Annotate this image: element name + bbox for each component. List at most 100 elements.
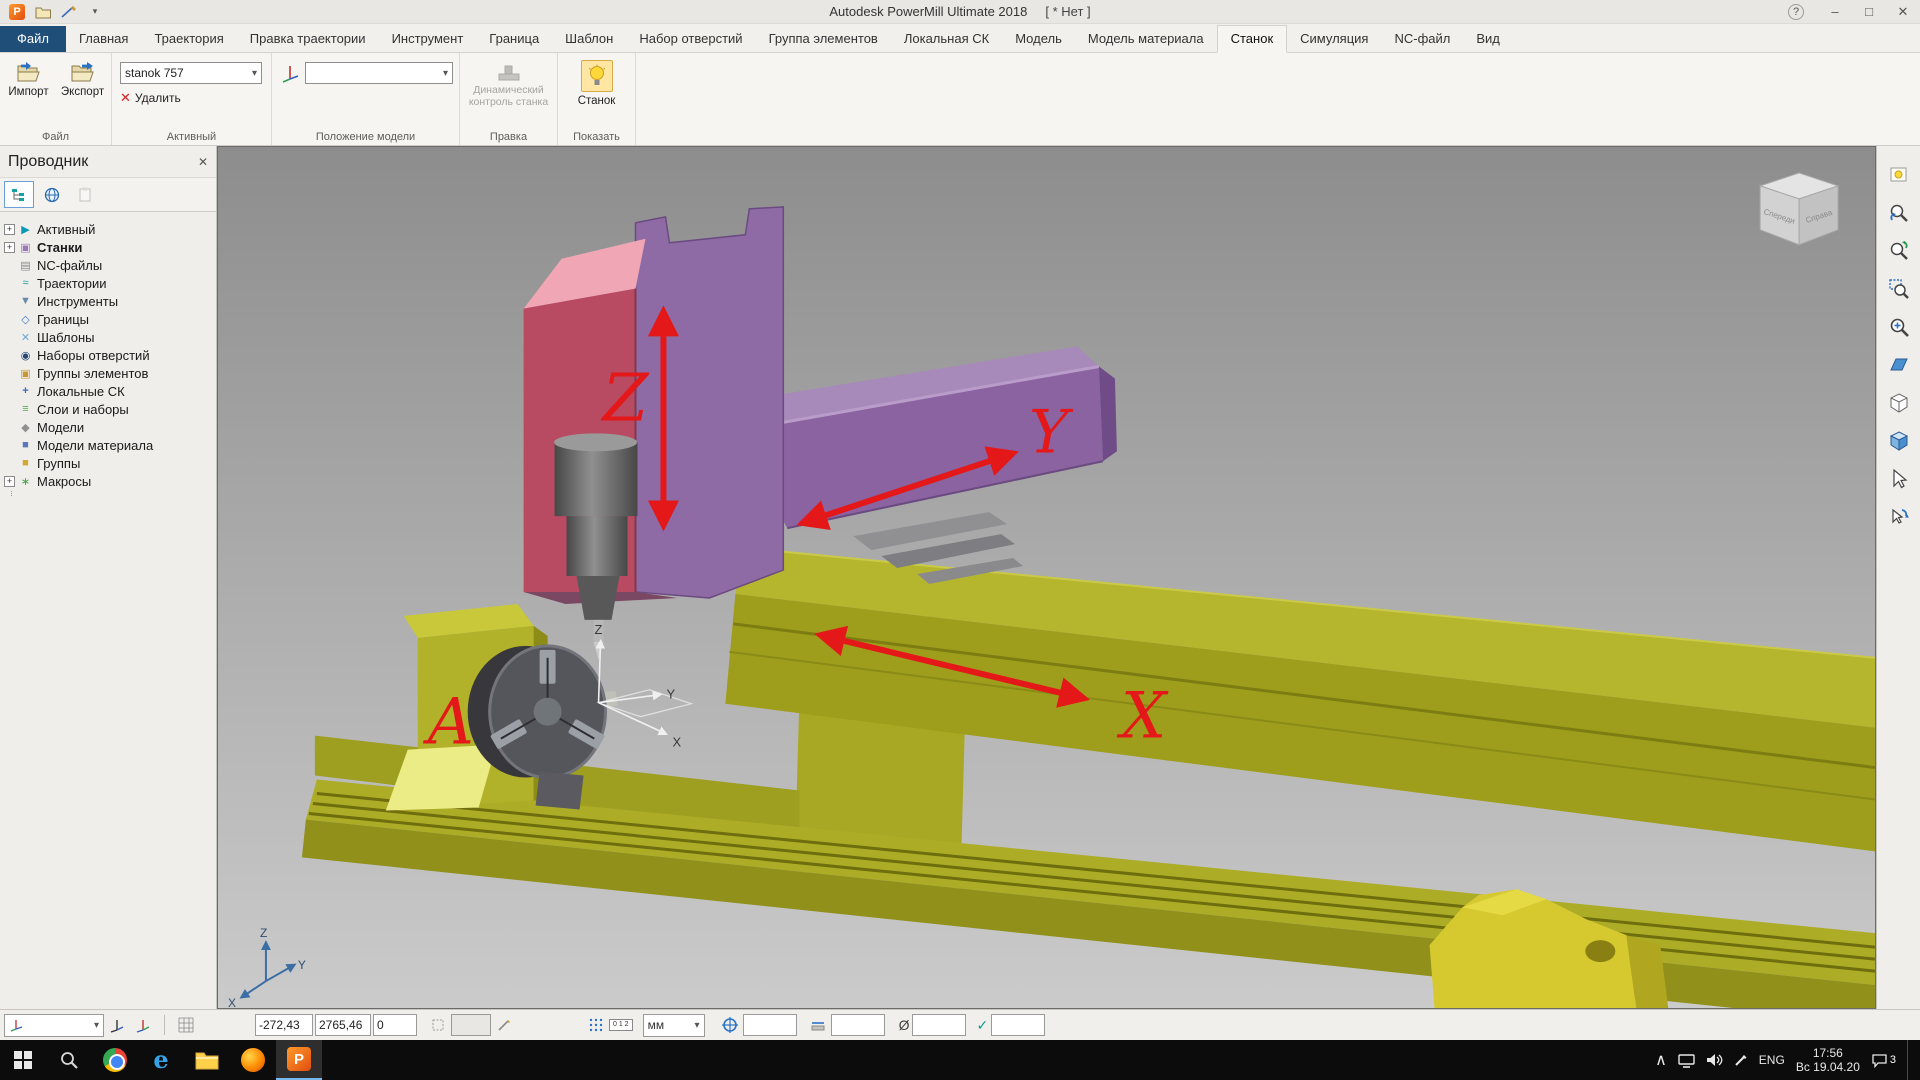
ribbon: Импорт Экспорт Файл stanok 757 ▾ ✕ Удали… [0,53,1920,146]
tab-stock-model[interactable]: Модель материала [1075,26,1217,52]
file-explorer-icon[interactable] [184,1040,230,1080]
zoom-fit-icon[interactable] [1882,310,1916,343]
powermill-app-icon[interactable]: P [8,3,26,21]
tab-simulation[interactable]: Симуляция [1287,26,1381,52]
diameter-field[interactable] [912,1014,966,1036]
tab-boundary[interactable]: Граница [476,26,552,52]
ribbon-group-file: Импорт Экспорт Файл [0,53,112,145]
grid-icon[interactable] [173,1013,199,1037]
help-icon[interactable]: ? [1788,4,1804,20]
tab-feature-group[interactable]: Группа элементов [756,26,891,52]
coord-z-field[interactable] [373,1014,417,1036]
tree-item-models[interactable]: ◆Модели [0,418,216,436]
tab-workplane[interactable]: Локальная СК [891,26,1002,52]
tab-nc-file[interactable]: NC-файл [1381,26,1463,52]
wireframe-view-icon[interactable] [1882,386,1916,419]
tree-item-tools[interactable]: ▼Инструменты [0,292,216,310]
action-center-icon[interactable]: 3 [1871,1053,1896,1068]
refresh-view-icon[interactable] [1882,158,1916,191]
active-cs-icon[interactable] [130,1013,156,1037]
snap-grid-icon[interactable] [583,1013,609,1037]
show-desktop-button[interactable] [1907,1040,1912,1080]
tree-item-stock-models[interactable]: ■Модели материала [0,436,216,454]
close-icon[interactable]: ✕ [1886,4,1920,20]
tree-item-patterns[interactable]: ✕Шаблоны [0,328,216,346]
tree-item-layers[interactable]: ≡Слои и наборы [0,400,216,418]
workplane-selector[interactable]: ▾ [4,1014,104,1037]
tree-item-workplanes[interactable]: +Локальные СК [0,382,216,400]
delete-machine-button[interactable]: ✕ Удалить [120,90,271,106]
tree-item-feature-groups[interactable]: ▣Группы элементов [0,364,216,382]
start-button[interactable] [0,1040,46,1080]
explorer-close-icon[interactable]: ✕ [198,155,208,169]
expander-icon[interactable]: + [4,224,15,235]
thickness-field[interactable] [831,1014,885,1036]
boundary-icon: ◇ [18,313,33,326]
thickness-icon[interactable] [805,1013,831,1037]
group-label-file: Файл [0,131,111,143]
viewport-3d[interactable]: Z Y X Z Y X A [217,146,1876,1009]
zoom-previous-icon[interactable] [1882,196,1916,229]
tab-file[interactable]: Файл [0,26,66,52]
tab-tool[interactable]: Инструмент [379,26,477,52]
tab-pattern[interactable]: Шаблон [552,26,626,52]
zoom-window-icon[interactable] [1882,272,1916,305]
coord-y-field[interactable] [315,1014,371,1036]
relative-cs-icon[interactable] [425,1013,451,1037]
tree-item-nc-files[interactable]: ▤NC-файлы [0,256,216,274]
pen-input-icon[interactable] [1734,1053,1748,1067]
tab-toolpath[interactable]: Траектория [141,26,236,52]
tree-item-boundaries[interactable]: ◇Границы [0,310,216,328]
ruler-icon[interactable]: 0 1 2 [609,1019,633,1031]
edge-icon[interactable]: e [138,1040,184,1080]
shaded-view-icon[interactable] [1882,348,1916,381]
zoom-next-icon[interactable] [1882,234,1916,267]
open-project-icon[interactable] [34,3,52,21]
volume-icon[interactable] [1706,1053,1723,1067]
pencil-slash-icon[interactable] [491,1013,517,1037]
check-field[interactable] [991,1014,1045,1036]
notification-badge: 3 [1890,1054,1896,1066]
tree-item-machines[interactable]: +▣Станки [0,238,216,256]
model-position-select[interactable]: ▾ [305,62,453,84]
tab-view[interactable]: Вид [1463,26,1513,52]
expander-icon[interactable]: + [4,242,15,253]
qat-dropdown-icon[interactable]: ▾ [86,3,104,21]
coord-x-field[interactable] [255,1014,313,1036]
maximize-icon[interactable]: □ [1852,4,1886,19]
tree-item-groups[interactable]: ■Группы [0,454,216,472]
tree-item-active[interactable]: +▶Активный [0,220,216,238]
clipboard-icon[interactable] [70,181,100,208]
minimize-icon[interactable]: – [1818,4,1852,19]
units-select[interactable]: мм ▾ [643,1014,705,1037]
firefox-icon[interactable] [230,1040,276,1080]
tree-item-toolpaths[interactable]: ≈Траектории [0,274,216,292]
select-cursor-icon[interactable] [1882,462,1916,495]
search-icon[interactable] [46,1040,92,1080]
tab-hole-set[interactable]: Набор отверстий [626,26,755,52]
network-icon[interactable] [1678,1053,1695,1068]
powermill-taskbar-icon[interactable]: P [276,1040,322,1080]
iso-view-cube-icon[interactable] [1882,424,1916,457]
tab-model[interactable]: Модель [1002,26,1075,52]
active-machine-select[interactable]: stanok 757 ▾ [120,62,262,84]
target-crosshair-icon[interactable] [717,1013,743,1037]
tab-home[interactable]: Главная [66,26,141,52]
language-indicator[interactable]: ENG [1759,1053,1785,1067]
hidden-icons-chevron[interactable]: ∧ [1655,1050,1667,1070]
tolerance-field[interactable] [743,1014,797,1036]
chrome-icon[interactable] [92,1040,138,1080]
viewcube[interactable]: Спереди Справа [1760,173,1838,245]
tab-machine-tool[interactable]: Станок [1217,25,1288,53]
tree-view-icon[interactable] [4,181,34,208]
rotate-view-cursor-icon[interactable] [1882,500,1916,533]
tab-toolpath-edit[interactable]: Правка траектории [237,26,379,52]
taskbar-clock[interactable]: 17:56 Вс 19.04.20 [1796,1046,1860,1074]
tree-item-macros[interactable]: +∗Макросы [0,472,216,490]
world-cs-icon[interactable] [104,1013,130,1037]
tree-item-hole-sets[interactable]: ◉Наборы отверстий [0,346,216,364]
macro-icon[interactable] [60,3,78,21]
globe-icon[interactable] [37,181,67,208]
expander-icon[interactable]: + [4,476,15,487]
increment-field[interactable] [451,1014,491,1036]
